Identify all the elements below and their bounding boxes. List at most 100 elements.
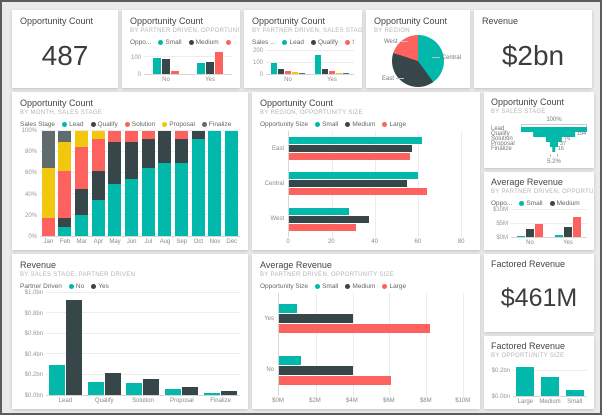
- segment-qualify-may[interactable]: [108, 142, 121, 184]
- bar-medium-yes[interactable]: [564, 227, 572, 237]
- segment-lead-nov[interactable]: [208, 131, 221, 236]
- legend-item-medium[interactable]: Medium: [345, 121, 375, 128]
- segment-finalize-jan[interactable]: [42, 131, 55, 168]
- bar-large-west[interactable]: [289, 224, 356, 231]
- legend-item-proposal[interactable]: Proposal: [162, 121, 195, 128]
- segment-lead-jul[interactable]: [142, 168, 155, 236]
- segment-lead-sep[interactable]: [175, 163, 188, 237]
- stacked-bar-feb[interactable]: [58, 131, 71, 236]
- bar-yes-lead[interactable]: [66, 300, 82, 395]
- bar-solution-no[interactable]: [285, 71, 291, 74]
- bar-medium-no[interactable]: [279, 366, 353, 375]
- segment-lead-aug[interactable]: [158, 163, 171, 237]
- legend-item-small[interactable]: Small: [315, 121, 338, 128]
- segment-solution-mar[interactable]: [75, 147, 88, 189]
- bar-medium-east[interactable]: [289, 145, 412, 152]
- tile-opportunity-count-card[interactable]: Opportunity Count 487: [12, 10, 118, 88]
- segment-qualify-jul[interactable]: [142, 139, 155, 167]
- segment-solution-may[interactable]: [108, 131, 121, 142]
- stacked-bar-apr[interactable]: [92, 131, 105, 236]
- segment-qualify-aug[interactable]: [158, 131, 171, 163]
- legend-item-yes[interactable]: Yes: [91, 283, 109, 290]
- segment-lead-dec[interactable]: [225, 131, 238, 236]
- bar-large-yes[interactable]: [573, 217, 581, 237]
- bar-small-yes[interactable]: [197, 63, 205, 74]
- tile-avg-revenue-by-partner-size-bars[interactable]: Average Revenue BY PARTNER DRIVEN, OPPOR…: [252, 254, 480, 409]
- bar-qualify-no[interactable]: [278, 69, 284, 74]
- bar-no-solution[interactable]: [126, 383, 142, 395]
- bar-large-yes[interactable]: [279, 324, 430, 333]
- bar-medium-no[interactable]: [526, 229, 534, 237]
- segment-finalize-feb[interactable]: [58, 131, 71, 142]
- bar-no-proposal[interactable]: [165, 389, 181, 395]
- bar-large-no[interactable]: [535, 224, 543, 238]
- bar-yes-finalize[interactable]: [221, 391, 237, 395]
- tile-opp-count-by-sales-stage-funnel[interactable]: Opportunity Count BY SALES STAGE 100%Lea…: [484, 92, 594, 168]
- segment-lead-feb[interactable]: [58, 227, 71, 236]
- tile-factored-revenue-by-size[interactable]: Factored Revenue BY OPPORTUNITY SIZE $0.…: [484, 336, 594, 409]
- stacked-bar-jun[interactable]: [125, 131, 138, 236]
- segment-solution-jun[interactable]: [125, 131, 138, 142]
- segment-solution-feb[interactable]: [58, 171, 71, 218]
- segment-qualify-apr[interactable]: [92, 171, 105, 200]
- bar-qualify-yes[interactable]: [322, 69, 328, 74]
- bar-large-yes[interactable]: [215, 52, 223, 75]
- tile-opp-count-by-partner-size[interactable]: Opportunity Count BY PARTNER DRIVEN, OPP…: [122, 10, 240, 88]
- segment-qualify-feb[interactable]: [58, 218, 71, 226]
- segment-solution-apr[interactable]: [92, 139, 105, 171]
- bar-finalize-no[interactable]: [299, 73, 305, 74]
- bar-small-no[interactable]: [517, 236, 525, 237]
- legend-item-lead[interactable]: Lead: [62, 121, 83, 128]
- segment-qualify-jun[interactable]: [125, 142, 138, 180]
- tile-opp-count-by-partner-stage[interactable]: Opportunity Count BY PARTNER DRIVEN, SAL…: [244, 10, 362, 88]
- legend-item-no[interactable]: No: [69, 283, 84, 290]
- stacked-bar-jan[interactable]: [42, 131, 55, 236]
- segment-qualify-mar[interactable]: [75, 189, 88, 215]
- stacked-bar-dec[interactable]: [225, 131, 238, 236]
- segment-lead-oct[interactable]: [192, 139, 205, 236]
- legend-item-finalize[interactable]: Finalize: [202, 121, 231, 128]
- bar-factored revenue-medium[interactable]: [541, 377, 559, 396]
- segment-proposal-feb[interactable]: [58, 142, 71, 171]
- stacked-bar-aug[interactable]: [158, 131, 171, 236]
- bar-medium-west[interactable]: [289, 216, 369, 223]
- bar-yes-qualify[interactable]: [105, 373, 121, 395]
- bar-small-no[interactable]: [279, 356, 301, 365]
- bar-proposal-no[interactable]: [292, 72, 298, 74]
- legend-item-small[interactable]: Small: [519, 200, 542, 207]
- segment-qualify-oct[interactable]: [192, 131, 205, 139]
- stacked-bar-may[interactable]: [108, 131, 121, 236]
- bar-small-east[interactable]: [289, 137, 422, 144]
- stacked-bar-oct[interactable]: [192, 131, 205, 236]
- bar-small-yes[interactable]: [279, 304, 297, 313]
- stacked-bar-nov[interactable]: [208, 131, 221, 236]
- bar-finalize-yes[interactable]: [343, 73, 349, 74]
- bar-lead-no[interactable]: [271, 63, 277, 74]
- bar-medium-yes[interactable]: [279, 314, 353, 323]
- bar-proposal-yes[interactable]: [336, 73, 342, 74]
- legend-item-medium[interactable]: Medium: [345, 283, 375, 290]
- bar-large-central[interactable]: [289, 188, 427, 195]
- tile-opp-count-by-month-stage[interactable]: Opportunity Count BY MONTH, SALES STAGE …: [12, 92, 248, 250]
- bar-no-lead[interactable]: [49, 365, 65, 395]
- bar-factored revenue-small[interactable]: [566, 390, 584, 396]
- bar-small-central[interactable]: [289, 172, 418, 179]
- legend-item-qualify[interactable]: Qualify: [311, 39, 338, 46]
- legend-item-medium[interactable]: Medium: [189, 39, 219, 46]
- stacked-bar-jul[interactable]: [142, 131, 155, 236]
- bar-large-no[interactable]: [279, 376, 391, 385]
- segment-qualify-sep[interactable]: [175, 139, 188, 162]
- bar-factored revenue-large[interactable]: [516, 367, 534, 396]
- legend-item-large[interactable]: Large: [226, 39, 232, 46]
- tile-factored-revenue-card[interactable]: Factored Revenue $461M: [484, 254, 594, 332]
- segment-lead-jun[interactable]: [125, 179, 138, 236]
- segment-solution-jan[interactable]: [42, 218, 55, 236]
- tile-avg-revenue-by-partner-size-columns[interactable]: Average Revenue BY PARTNER DRIVEN, OPPOR…: [484, 172, 594, 250]
- stacked-bar-mar[interactable]: [75, 131, 88, 236]
- legend-item-medium[interactable]: Medium: [550, 200, 580, 207]
- bar-lead-yes[interactable]: [315, 55, 321, 74]
- segment-proposal-apr[interactable]: [92, 131, 105, 139]
- tile-opp-count-by-region-size[interactable]: Opportunity Count BY REGION, OPPORTUNITY…: [252, 92, 480, 250]
- segment-solution-sep[interactable]: [175, 131, 188, 139]
- stacked-bar-sep[interactable]: [175, 131, 188, 236]
